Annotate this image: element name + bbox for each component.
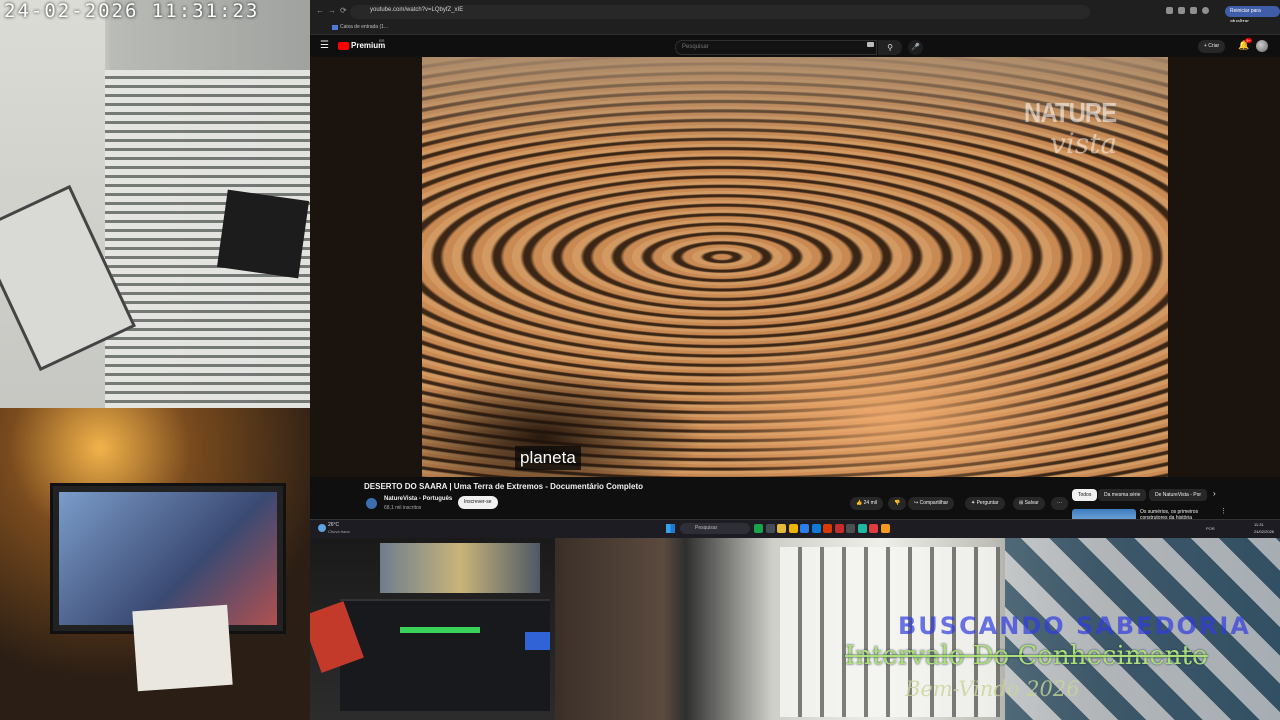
taskbar-app-icon[interactable] <box>765 524 775 533</box>
bookmarks-bar: Caixa de entrada (1... <box>310 22 1280 35</box>
taskbar-app-icon[interactable] <box>788 524 798 533</box>
browser-window: ← → ⟳ youtube.com/watch?v=LQbyfZ_xIE Rei… <box>310 0 1280 538</box>
video-player[interactable]: NATURE vista planeta <box>310 57 1280 477</box>
create-button[interactable]: + Criar <box>1198 40 1226 53</box>
clock-time[interactable]: 11:31 <box>1254 522 1264 527</box>
camera-feed-desk <box>0 408 310 720</box>
avatar[interactable] <box>1256 40 1268 52</box>
more-actions-button[interactable]: ··· <box>1051 497 1068 510</box>
desk-calendar <box>132 604 233 692</box>
browser-toolbar: ← → ⟳ youtube.com/watch?v=LQbyfZ_xIE Rei… <box>310 0 1280 25</box>
weather-temp[interactable]: 26°C <box>328 522 339 528</box>
laptop-dark <box>216 189 310 279</box>
timeline-clip <box>525 632 550 650</box>
like-button[interactable]: 👍 24 mil <box>850 497 883 510</box>
weather-desc[interactable]: Chuva fraca <box>328 529 350 534</box>
taskbar-app-icon[interactable] <box>857 524 867 533</box>
audio-meter <box>400 627 480 633</box>
camera-timestamp: 24-02-2026 11:31:23 <box>4 0 260 22</box>
studio-screen-editor <box>340 599 550 711</box>
overlay-line-1: BUSCANDO SABEDORIA <box>898 612 1251 640</box>
address-url: youtube.com/watch?v=LQbyfZ_xIE <box>370 7 464 13</box>
back-button[interactable]: ← <box>316 6 324 15</box>
address-bar[interactable]: youtube.com/watch?v=LQbyfZ_xIE <box>350 5 1090 19</box>
notifications-badge: 9+ <box>1245 38 1252 43</box>
chip-all[interactable]: Todos <box>1072 489 1098 501</box>
taskbar-app-icon[interactable] <box>869 524 878 533</box>
channel-watermark-line-1: NATURE <box>1024 97 1117 128</box>
chevron-right-icon[interactable]: › <box>1213 489 1216 498</box>
save-button[interactable]: ⊞ Salvar <box>1013 497 1045 510</box>
share-button[interactable]: ↪ Compartilhar <box>908 497 955 510</box>
channel-subscribers: 68,1 mil inscritos <box>384 505 422 511</box>
language-indicator[interactable]: POR <box>1206 526 1215 531</box>
mic-icon[interactable]: 🎤 <box>908 40 923 55</box>
weather-icon[interactable] <box>318 524 326 532</box>
overlay-line-3: Bem-Vindo 2026 <box>905 677 1080 701</box>
profile-icon[interactable] <box>1202 7 1209 14</box>
channel-watermark-line-2: vista <box>1050 127 1118 160</box>
taskbar-app-icon[interactable] <box>800 524 809 533</box>
clock-date[interactable]: 24/02/2026 <box>1254 529 1274 534</box>
channel-name[interactable]: NatureVista - Português <box>384 496 452 502</box>
taskbar-search-placeholder: Pesquisar <box>695 525 718 531</box>
bookmark-star-icon[interactable] <box>1178 7 1185 14</box>
chip-channel[interactable]: De NatureVista - Por <box>1149 489 1208 501</box>
camera-feed-top-left: 24-02-2026 11:31:23 <box>0 0 310 408</box>
bookmark-inbox[interactable]: Caixa de entrada (1... <box>340 24 388 30</box>
channel-avatar[interactable] <box>366 498 377 509</box>
brand-region: BR <box>379 38 385 43</box>
taskbar-app-icon[interactable] <box>811 524 821 533</box>
mail-icon <box>332 25 338 30</box>
extensions-puzzle-icon[interactable] <box>1190 7 1197 14</box>
subscribe-button[interactable]: Inscrever-se <box>458 496 498 509</box>
chip-same-series[interactable]: Da mesma série <box>1098 489 1147 501</box>
taskbar-app-icon[interactable] <box>880 524 890 533</box>
overlay-line-2: Intervalo Do Conhecimento <box>845 641 1208 671</box>
video-frame-desert[interactable]: NATURE vista <box>422 57 1168 477</box>
update-button[interactable]: Reiniciar para atualizar <box>1225 6 1280 25</box>
search-button[interactable]: ⚲ <box>878 40 902 55</box>
monitor-screen <box>59 492 277 625</box>
youtube-logo-icon[interactable] <box>338 42 349 50</box>
dislike-button[interactable]: 👎 <box>888 497 907 510</box>
reload-button[interactable]: ⟳ <box>340 6 347 15</box>
video-caption: planeta <box>515 446 581 470</box>
taskbar-app-icon[interactable] <box>846 524 855 533</box>
taskbar-app-icon[interactable] <box>834 524 844 533</box>
camera-feed-studio <box>310 537 555 720</box>
windows-taskbar: 26°C Chuva fraca Pesquisar POR 11:31 24/… <box>310 519 1280 538</box>
search-placeholder: Pesquisar <box>682 44 709 50</box>
studio-screen-top <box>380 543 540 593</box>
taskbar-app-icon[interactable] <box>823 524 832 533</box>
start-windows-icon[interactable] <box>666 524 675 533</box>
video-title: DESERTO DO SAARA | Uma Terra de Extremos… <box>364 482 644 491</box>
taskbar-app-icon[interactable] <box>777 524 786 533</box>
forward-button[interactable]: → <box>328 6 336 15</box>
hamburger-menu-icon[interactable]: ☰ <box>320 40 329 51</box>
search-input[interactable]: Pesquisar <box>675 40 877 55</box>
keyboard-icon[interactable] <box>867 42 874 47</box>
ask-button[interactable]: ✦ Perguntar <box>965 497 1005 510</box>
taskbar-search[interactable]: Pesquisar <box>680 523 750 534</box>
taskbar-app-icon[interactable] <box>754 524 763 533</box>
youtube-header: ☰ Premium BR Pesquisar ⚲ 🎤 + Criar 🔔 9+ <box>310 35 1280 57</box>
kebab-menu-icon[interactable]: ⋮ <box>1220 507 1227 515</box>
extension-icon[interactable] <box>1166 7 1173 14</box>
